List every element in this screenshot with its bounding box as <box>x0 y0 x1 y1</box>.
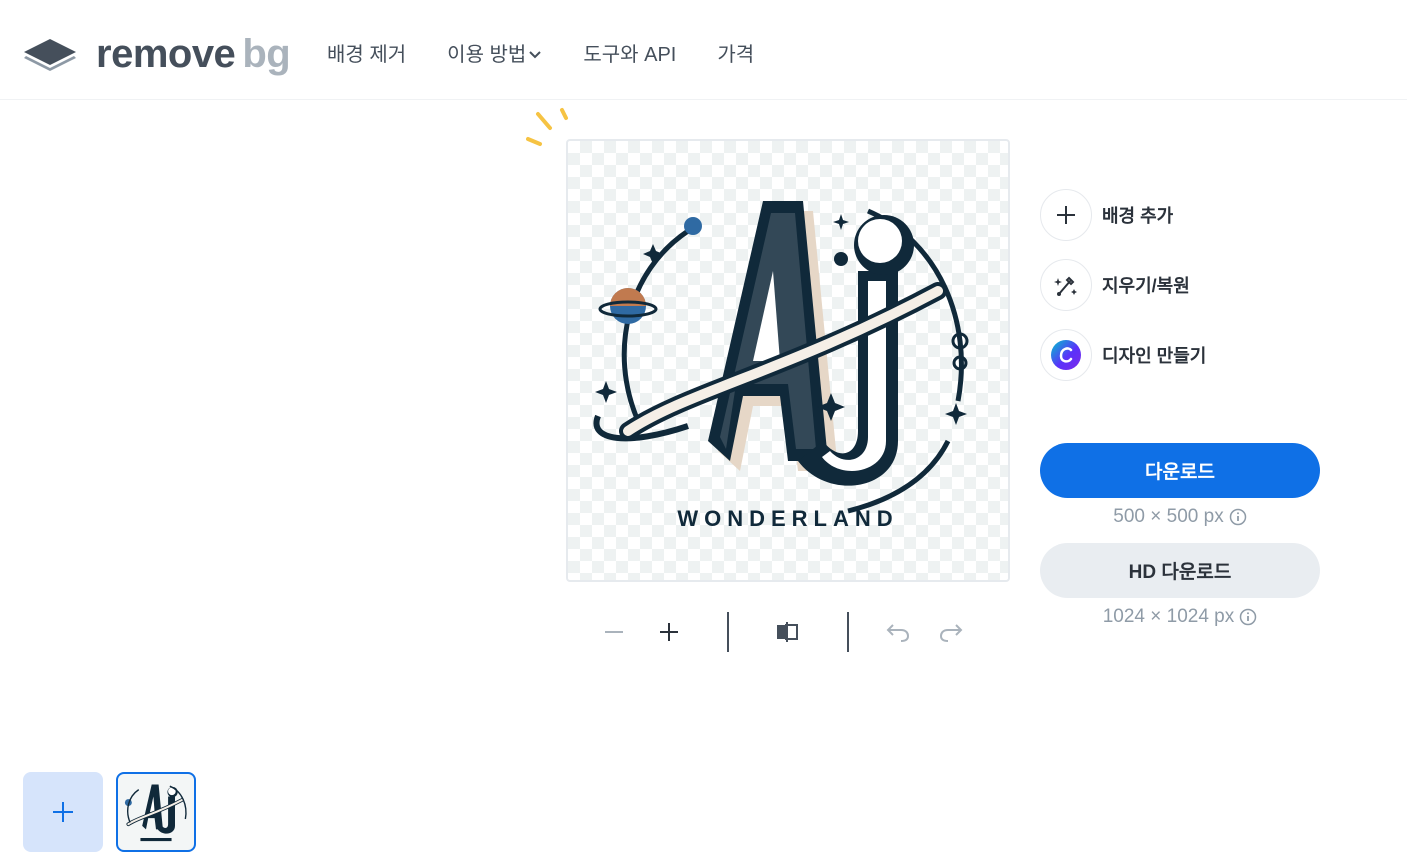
download-button[interactable]: 다운로드 <box>1040 443 1320 498</box>
download-resolution-text: 500 × 500 px <box>1113 506 1224 527</box>
zoom-out-button[interactable] <box>594 614 634 650</box>
toolbar-divider <box>727 612 729 652</box>
erase-restore-button[interactable] <box>1040 259 1092 311</box>
toolbar-divider <box>847 612 849 652</box>
add-image-button[interactable] <box>23 772 103 852</box>
nav-remove-background[interactable]: 배경 제거 <box>327 38 406 67</box>
create-design-button[interactable] <box>1040 329 1092 381</box>
redo-icon <box>939 624 963 642</box>
aj-wonderland-logo-image: WONDERLAND <box>593 201 969 531</box>
info-icon[interactable] <box>1229 508 1247 526</box>
logo-text: remove bg <box>96 32 291 76</box>
magic-brush-icon <box>1054 276 1077 296</box>
chevron-down-icon <box>529 50 542 58</box>
removebg-logo[interactable]: remove bg <box>22 32 291 76</box>
create-design-action[interactable]: 디자인 만들기 <box>1040 329 1206 381</box>
undo-button[interactable] <box>878 614 918 650</box>
nav-pricing[interactable]: 가격 <box>717 38 754 67</box>
plus-icon <box>1057 206 1075 224</box>
logo-word-bg: bg <box>242 32 291 76</box>
hd-resolution-text: 1024 × 1024 px <box>1102 606 1235 627</box>
info-icon[interactable] <box>1239 608 1257 626</box>
top-header: remove bg 배경 제거 이용 방법 도구와 API 가격 <box>0 0 1407 100</box>
redo-button[interactable] <box>931 614 971 650</box>
add-background-action[interactable]: 배경 추가 <box>1040 189 1173 241</box>
compare-icon <box>777 622 798 642</box>
hd-download-resolution: 1024 × 1024 px <box>1040 606 1320 628</box>
compare-button[interactable] <box>768 614 808 650</box>
image-thumbnail[interactable] <box>116 772 196 852</box>
nav-label: 배경 제거 <box>327 44 407 66</box>
zoom-in-icon <box>660 623 678 641</box>
add-background-label: 배경 추가 <box>1102 206 1174 226</box>
download-label: 다운로드 <box>1145 462 1215 483</box>
logo-word-remove: remove <box>96 32 236 76</box>
nav-label: 이용 방법 <box>447 44 527 66</box>
download-resolution: 500 × 500 px <box>1040 506 1320 528</box>
main-nav: 배경 제거 이용 방법 도구와 API 가격 <box>327 38 795 67</box>
image-caption-text: WONDERLAND <box>677 506 898 531</box>
undo-icon <box>886 624 910 642</box>
nav-label: 가격 <box>717 44 755 66</box>
aj-wonderland-thumbnail-image <box>124 784 187 842</box>
create-design-label: 디자인 만들기 <box>1102 346 1207 366</box>
nav-label: 도구와 API <box>583 44 677 66</box>
nav-how-to-use[interactable]: 이용 방법 <box>447 38 542 67</box>
result-preview[interactable]: WONDERLAND <box>566 139 1010 582</box>
erase-restore-action[interactable]: 지우기/복원 <box>1040 259 1190 311</box>
hd-download-button[interactable]: HD 다운로드 <box>1040 543 1320 598</box>
hd-download-label: HD 다운로드 <box>1128 562 1232 583</box>
plus-icon <box>53 802 73 822</box>
add-background-button[interactable] <box>1040 189 1092 241</box>
erase-restore-label: 지우기/복원 <box>1102 276 1190 296</box>
zoom-in-button[interactable] <box>649 614 689 650</box>
zoom-out-icon <box>605 631 623 633</box>
layers-logo-icon <box>24 39 76 71</box>
canva-logo-icon <box>1051 340 1081 370</box>
nav-tools-api[interactable]: 도구와 API <box>583 38 676 67</box>
preview-toolbar <box>590 610 980 654</box>
